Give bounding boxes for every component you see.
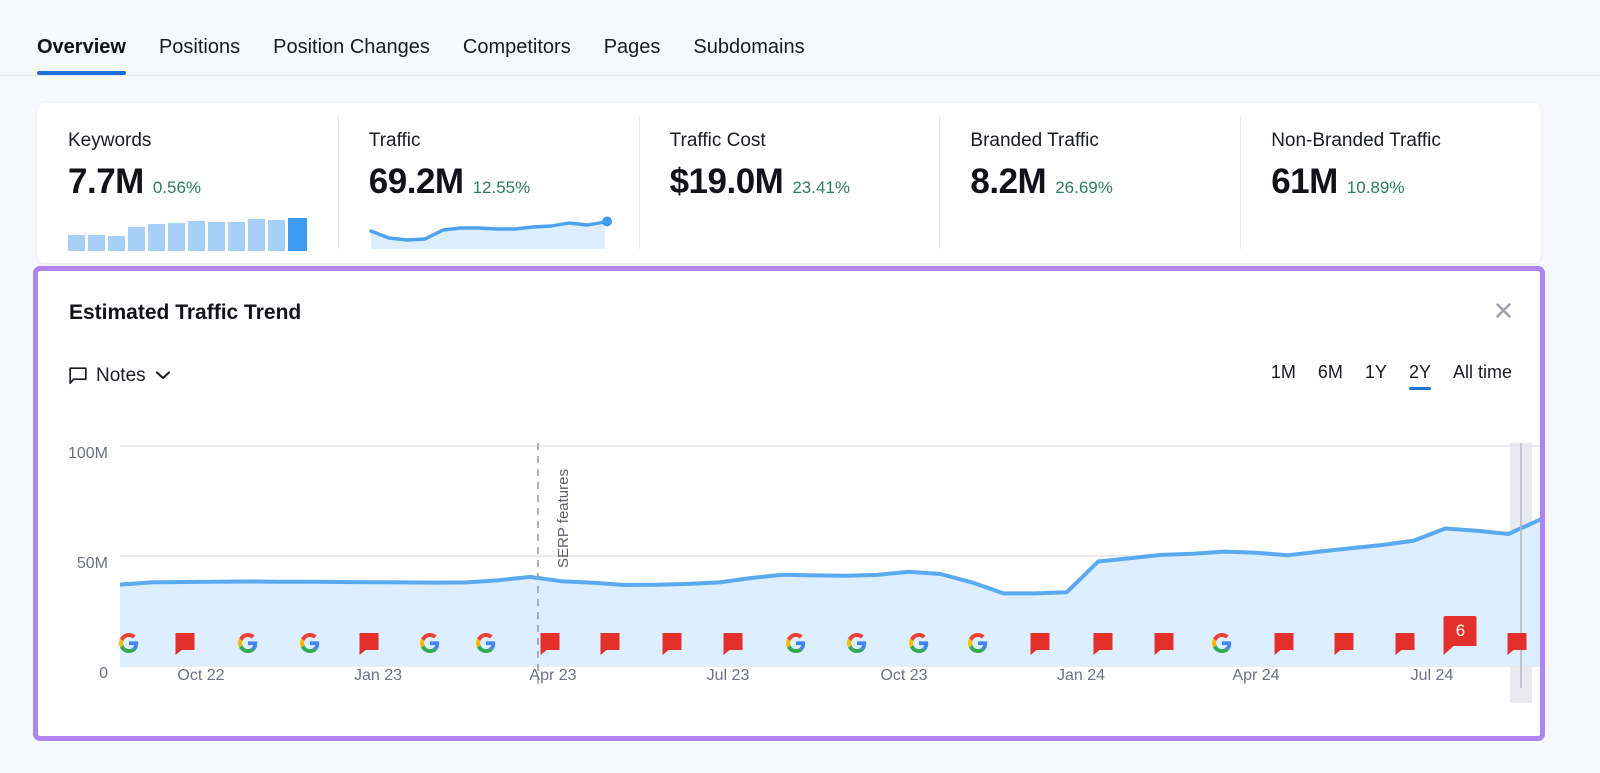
serp-features-annotation: SERP features [556, 469, 571, 568]
metric-branded-traffic[interactable]: Branded Traffic 8.2M 26.69% [939, 103, 1240, 263]
notes-label: Notes [96, 366, 146, 385]
tab-pages[interactable]: Pages [604, 37, 661, 75]
tab-overview[interactable]: Overview [37, 37, 126, 75]
x-axis-tick-label: Oct 23 [880, 668, 927, 684]
metric-delta: 10.89% [1347, 179, 1405, 196]
note-group-count: 6 [1444, 616, 1477, 646]
tab-position-changes[interactable]: Position Changes [273, 37, 430, 75]
x-axis-tick-label: Jan 24 [1057, 668, 1105, 684]
note-marker-icon[interactable] [176, 633, 195, 655]
metric-value-row: 69.2M 12.55% [369, 164, 639, 204]
metric-value-row: $19.0M 23.41% [670, 164, 940, 204]
x-axis-tick-label: Jan 23 [354, 668, 402, 684]
range-label: 6M [1318, 362, 1343, 382]
metric-label: Traffic Cost [670, 131, 940, 150]
metric-value-row: 61M 10.89% [1271, 164, 1541, 204]
note-marker-icon[interactable] [1396, 633, 1415, 655]
metric-value: 8.2M [970, 164, 1046, 199]
y-axis-tick-100m: 100M [38, 446, 108, 462]
range-label: All time [1453, 362, 1512, 382]
metric-non-branded-traffic[interactable]: Non-Branded Traffic 61M 10.89% [1240, 103, 1541, 263]
note-group-marker[interactable]: 6 [1444, 616, 1477, 655]
range-label: 2Y [1409, 362, 1431, 382]
note-marker-icon[interactable] [1154, 633, 1173, 655]
tab-label: Position Changes [273, 36, 430, 58]
metric-traffic[interactable]: Traffic 69.2M 12.55% [338, 103, 639, 263]
range-all-time[interactable]: All time [1453, 363, 1512, 390]
metric-value: 61M [1271, 164, 1338, 199]
google-update-marker-icon[interactable] [786, 633, 806, 658]
notes-dropdown[interactable]: Notes [69, 366, 171, 385]
estimated-traffic-trend-panel: Estimated Traffic Trend Notes 1M 6M 1Y 2… [33, 266, 1545, 741]
tab-competitors[interactable]: Competitors [463, 37, 571, 75]
event-marker-row: 6 [38, 633, 1540, 673]
metric-value: $19.0M [670, 164, 784, 199]
google-update-marker-icon[interactable] [238, 633, 258, 658]
metrics-summary-card: Keywords 7.7M 0.56% Traffic 69.2M 12.55% [37, 103, 1541, 263]
metric-value: 69.2M [369, 164, 464, 199]
tab-label: Positions [159, 36, 240, 58]
google-update-marker-icon[interactable] [300, 633, 320, 658]
note-marker-icon[interactable] [541, 633, 560, 655]
close-icon[interactable] [1488, 295, 1518, 325]
note-marker-icon[interactable] [359, 633, 378, 655]
range-6m[interactable]: 6M [1318, 363, 1343, 390]
range-1y[interactable]: 1Y [1365, 363, 1387, 390]
traffic-sparkline-area [369, 215, 622, 251]
note-marker-icon[interactable] [1031, 633, 1050, 655]
x-axis-tick-label: Jul 24 [1411, 668, 1454, 684]
tab-label: Overview [37, 36, 126, 58]
google-update-marker-icon[interactable] [847, 633, 867, 658]
keywords-sparkline-bars [68, 215, 321, 251]
google-update-marker-icon[interactable] [420, 633, 440, 658]
x-axis-tick-label: Oct 22 [177, 668, 224, 684]
note-marker-icon[interactable] [1275, 633, 1294, 655]
tab-subdomains[interactable]: Subdomains [693, 37, 804, 75]
google-update-marker-icon[interactable] [1212, 633, 1232, 658]
metric-value-row: 8.2M 26.69% [970, 164, 1240, 204]
metric-delta: 12.55% [473, 179, 531, 196]
metric-delta: 0.56% [153, 179, 201, 196]
note-marker-icon[interactable] [1335, 633, 1354, 655]
range-2y[interactable]: 2Y [1409, 363, 1431, 390]
x-axis-tick-label: Apr 24 [1232, 668, 1279, 684]
main-tabbar: Overview Positions Position Changes Comp… [0, 0, 1600, 76]
note-marker-icon[interactable] [1508, 633, 1527, 655]
y-axis-tick-50m: 50M [38, 556, 108, 572]
note-marker-icon[interactable] [724, 633, 743, 655]
metric-delta: 26.69% [1055, 179, 1113, 196]
tab-label: Competitors [463, 36, 571, 58]
note-marker-icon[interactable] [1093, 633, 1112, 655]
note-bubble-icon [69, 367, 87, 385]
metric-value: 7.7M [68, 164, 144, 199]
traffic-trend-chart: 100M 50M 0 SERP features 6 Oct 22Jan 23A… [38, 421, 1540, 736]
chevron-down-icon [155, 370, 171, 381]
metric-keywords[interactable]: Keywords 7.7M 0.56% [37, 103, 338, 263]
range-label: 1Y [1365, 362, 1387, 382]
metric-label: Non-Branded Traffic [1271, 131, 1541, 150]
panel-title: Estimated Traffic Trend [69, 302, 301, 323]
google-update-marker-icon[interactable] [909, 633, 929, 658]
tab-positions[interactable]: Positions [159, 37, 240, 75]
range-label: 1M [1271, 362, 1296, 382]
time-range-selector: 1M 6M 1Y 2Y All time [1271, 363, 1512, 390]
metric-traffic-cost[interactable]: Traffic Cost $19.0M 23.41% [639, 103, 940, 263]
range-1m[interactable]: 1M [1271, 363, 1296, 390]
metric-value-row: 7.7M 0.56% [68, 164, 338, 204]
tab-label: Subdomains [693, 36, 804, 58]
metric-label: Branded Traffic [970, 131, 1240, 150]
google-update-marker-icon[interactable] [968, 633, 988, 658]
google-update-marker-icon[interactable] [119, 633, 139, 658]
note-marker-icon[interactable] [663, 633, 682, 655]
x-axis-tick-label: Jul 23 [707, 668, 750, 684]
metric-label: Keywords [68, 131, 338, 150]
x-axis-tick-label: Apr 23 [529, 668, 576, 684]
google-update-marker-icon[interactable] [476, 633, 496, 658]
tab-label: Pages [604, 36, 661, 58]
metric-label: Traffic [369, 131, 639, 150]
metric-delta: 23.41% [792, 179, 850, 196]
note-marker-icon[interactable] [600, 633, 619, 655]
